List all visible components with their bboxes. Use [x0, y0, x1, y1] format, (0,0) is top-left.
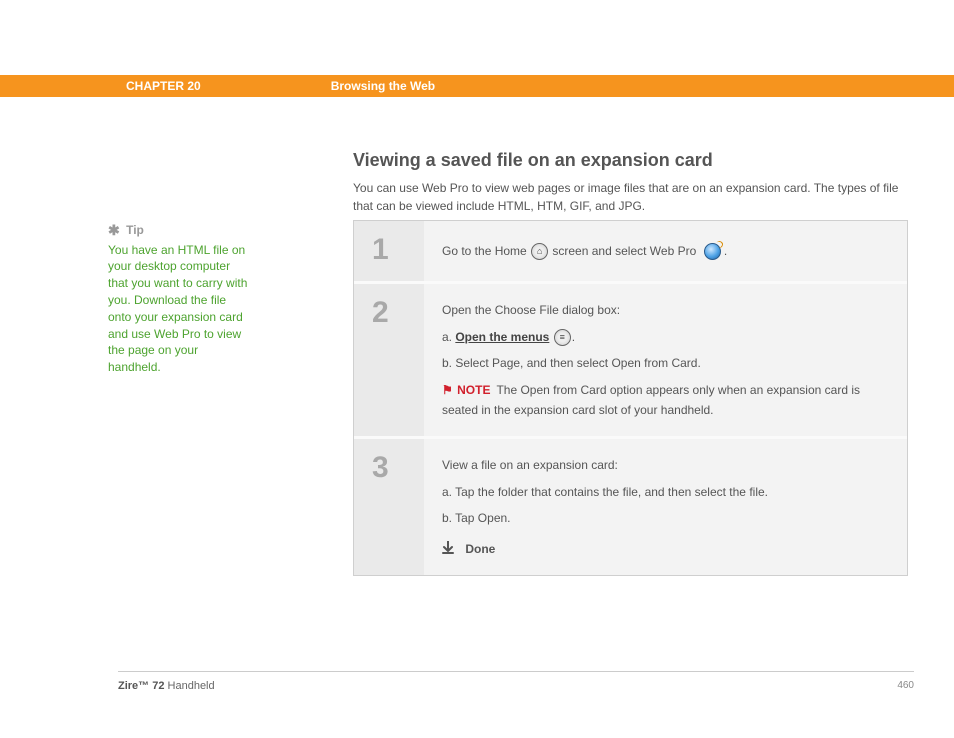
product-name: Zire™ 72 Handheld [118, 680, 215, 692]
step3-title: View a file on an expansion card: [442, 455, 889, 475]
note-label: NOTE [457, 383, 490, 397]
product-rest: Handheld [164, 680, 214, 692]
step1-text-post: screen and select Web Pro [552, 244, 699, 258]
step-row: 2 Open the Choose File dialog box: a. Op… [354, 281, 907, 436]
asterisk-icon: ✱ [108, 222, 120, 238]
step2-sub-a: a. Open the menus ≡. [442, 327, 889, 347]
product-bold: Zire™ 72 [118, 680, 164, 692]
section-intro: You can use Web Pro to view web pages or… [353, 179, 913, 215]
step1-text-end: . [724, 244, 727, 258]
step2-a-pre: a. [442, 330, 455, 344]
open-the-menus-link[interactable]: Open the menus [455, 330, 549, 344]
section-heading: Viewing a saved file on an expansion car… [353, 150, 913, 171]
chapter-title: Browsing the Web [331, 79, 435, 93]
step2-a-end: . [572, 330, 575, 344]
step-row: 1 Go to the Home ⌂ screen and select Web… [354, 221, 907, 281]
done-arrow-icon [442, 541, 456, 555]
tip-body: You have an HTML file on your desktop co… [108, 242, 248, 376]
home-icon: ⌂ [531, 243, 548, 260]
sidebar-tip: ✱ Tip You have an HTML file on your desk… [108, 220, 248, 376]
step-number: 2 [354, 284, 424, 436]
step2-sub-b: b. Select Page, and then select Open fro… [442, 353, 889, 373]
step-number: 1 [354, 221, 424, 281]
step-body: View a file on an expansion card: a. Tap… [424, 439, 907, 575]
page-footer: Zire™ 72 Handheld 460 [118, 671, 914, 692]
section-intro-block: Viewing a saved file on an expansion car… [353, 150, 913, 215]
step1-text-pre: Go to the Home [442, 244, 530, 258]
step2-note: ⚑ NOTEThe Open from Card option appears … [442, 380, 889, 421]
step3-sub-b: b. Tap Open. [442, 508, 889, 528]
step2-a-post [549, 330, 552, 344]
chapter-label: CHAPTER 20 [126, 79, 201, 93]
chapter-header-bar: CHAPTER 20 Browsing the Web [0, 75, 954, 97]
step-number: 3 [354, 439, 424, 575]
note-text: The Open from Card option appears only w… [442, 383, 860, 417]
done-label: Done [465, 542, 495, 556]
step3-sub-a: a. Tap the folder that contains the file… [442, 482, 889, 502]
note-flag-icon: ⚑ [442, 383, 453, 397]
step-body: Open the Choose File dialog box: a. Open… [424, 284, 907, 436]
step-row: 3 View a file on an expansion card: a. T… [354, 436, 907, 575]
menu-icon: ≡ [554, 329, 571, 346]
step2-title: Open the Choose File dialog box: [442, 300, 889, 320]
step-body: Go to the Home ⌂ screen and select Web P… [424, 221, 907, 281]
page-number: 460 [897, 680, 914, 692]
webpro-globe-icon [704, 243, 721, 260]
steps-container: 1 Go to the Home ⌂ screen and select Web… [353, 220, 908, 576]
tip-label: Tip [126, 223, 144, 237]
done-row: Done [442, 539, 889, 559]
